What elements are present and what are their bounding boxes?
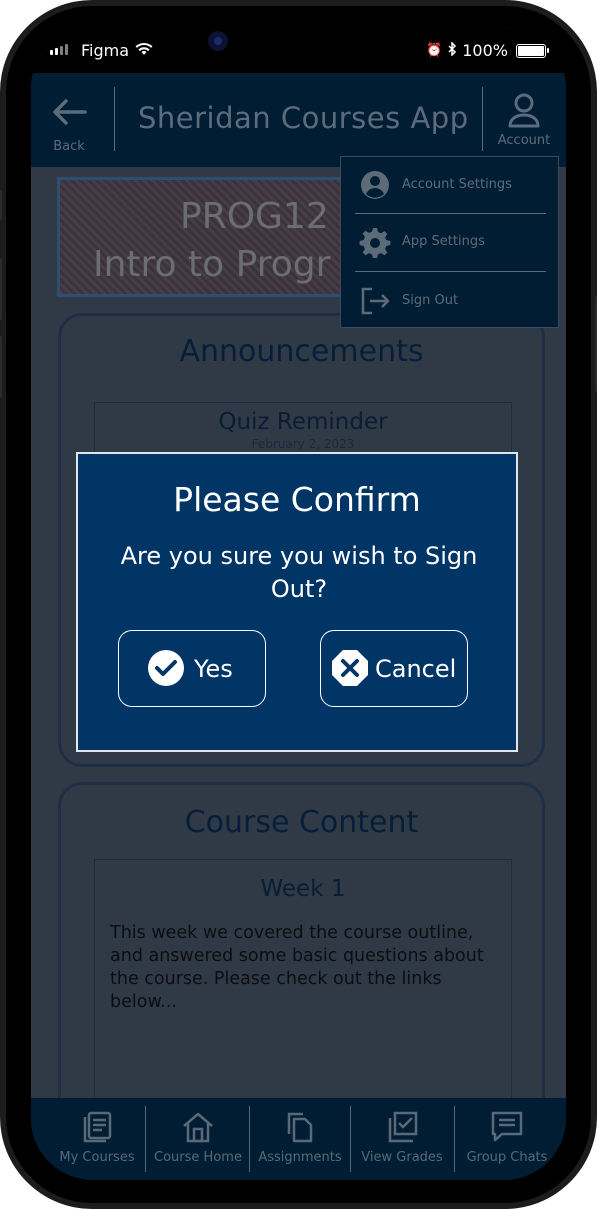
yes-label: Yes	[194, 655, 233, 683]
phone-frame: Figma ⏰ 100% Back Sheridan Courses App A…	[0, 0, 597, 1209]
sign-out-icon	[361, 287, 390, 315]
volume-up-button	[0, 258, 2, 320]
course-name: Intro to Progr	[93, 244, 331, 285]
screen: Figma ⏰ 100% Back Sheridan Courses App A…	[31, 27, 566, 1180]
nav-course-home[interactable]: Course Home	[149, 1098, 247, 1174]
back-button[interactable]: Back	[49, 97, 89, 159]
bluetooth-icon	[447, 41, 457, 60]
nav-divider	[145, 1106, 146, 1172]
nav-assignments[interactable]: Assignments	[251, 1098, 349, 1174]
user-icon	[508, 93, 540, 128]
dialog-message: Are you sure you wish to Sign Out?	[120, 542, 478, 603]
volume-down-button	[0, 336, 2, 398]
alarm-icon: ⏰	[426, 43, 443, 58]
checkbox-icon	[388, 1111, 418, 1143]
dialog-title: Please Confirm	[173, 480, 421, 519]
account-circle-icon	[361, 171, 389, 199]
app-header: Back Sheridan Courses App Account	[31, 73, 566, 167]
gear-icon	[359, 228, 391, 258]
course-code: PROG12	[180, 196, 329, 237]
carrier-label: Figma	[81, 41, 130, 60]
signal-icon	[50, 44, 68, 55]
announcement-date: February 2, 2023	[251, 437, 355, 451]
yes-button[interactable]: Yes	[118, 630, 266, 707]
course-content-title: Course Content	[184, 805, 419, 840]
cancel-button[interactable]: Cancel	[320, 630, 468, 707]
nav-divider	[350, 1106, 351, 1172]
header-divider	[482, 87, 483, 151]
nav-label: Assignments	[258, 1150, 342, 1165]
nav-label: My Courses	[59, 1150, 135, 1165]
menu-item-sign-out[interactable]: Sign Out	[341, 273, 560, 329]
chat-icon	[491, 1111, 523, 1142]
bottom-nav: My Courses Course Home Assignments View …	[31, 1098, 566, 1180]
cancel-label: Cancel	[375, 655, 457, 683]
header-divider	[114, 87, 115, 151]
battery-icon	[516, 43, 549, 58]
arrow-left-icon	[53, 99, 87, 125]
wifi-icon	[135, 41, 153, 60]
week-description: This week we covered the course outline,…	[110, 923, 484, 1012]
status-right: ⏰ 100%	[426, 41, 549, 60]
battery-percent: 100%	[462, 41, 508, 60]
account-button[interactable]: Account	[489, 93, 559, 157]
nav-my-courses[interactable]: My Courses	[45, 1098, 149, 1174]
nav-view-grades[interactable]: View Grades	[352, 1098, 452, 1174]
account-label: Account	[497, 133, 551, 148]
course-banner[interactable]: PROG12 Intro to Progr	[57, 177, 347, 297]
menu-item-account-settings[interactable]: Account Settings	[341, 157, 560, 213]
announcement-title: Quiz Reminder	[218, 409, 388, 435]
close-octagon-icon	[332, 650, 368, 686]
account-menu: Account Settings App Settings Sign Out	[340, 156, 559, 328]
app-title: Sheridan Courses App	[138, 101, 469, 135]
back-label: Back	[53, 139, 85, 154]
nav-group-chats[interactable]: Group Chats	[456, 1098, 558, 1174]
book-list-icon	[83, 1111, 112, 1143]
confirm-dialog: Please Confirm Are you sure you wish to …	[76, 452, 518, 752]
front-camera	[208, 31, 228, 51]
menu-divider	[355, 271, 546, 272]
menu-item-app-settings[interactable]: App Settings	[341, 214, 560, 270]
nav-label: Course Home	[154, 1150, 242, 1165]
nav-divider	[249, 1106, 250, 1172]
menu-item-label: Sign Out	[402, 293, 459, 308]
nav-label: Group Chats	[466, 1150, 548, 1165]
home-icon	[183, 1112, 213, 1143]
check-circle-icon	[148, 650, 184, 686]
mute-switch	[0, 190, 2, 220]
nav-divider	[454, 1106, 455, 1172]
menu-item-label: Account Settings	[402, 177, 512, 192]
nav-label: View Grades	[361, 1150, 443, 1165]
menu-item-label: App Settings	[402, 234, 485, 249]
copy-icon	[287, 1112, 313, 1143]
week-title: Week 1	[260, 876, 346, 902]
week-item[interactable]: Week 1 This week we covered the course o…	[94, 859, 512, 1119]
announcements-title: Announcements	[179, 334, 424, 369]
